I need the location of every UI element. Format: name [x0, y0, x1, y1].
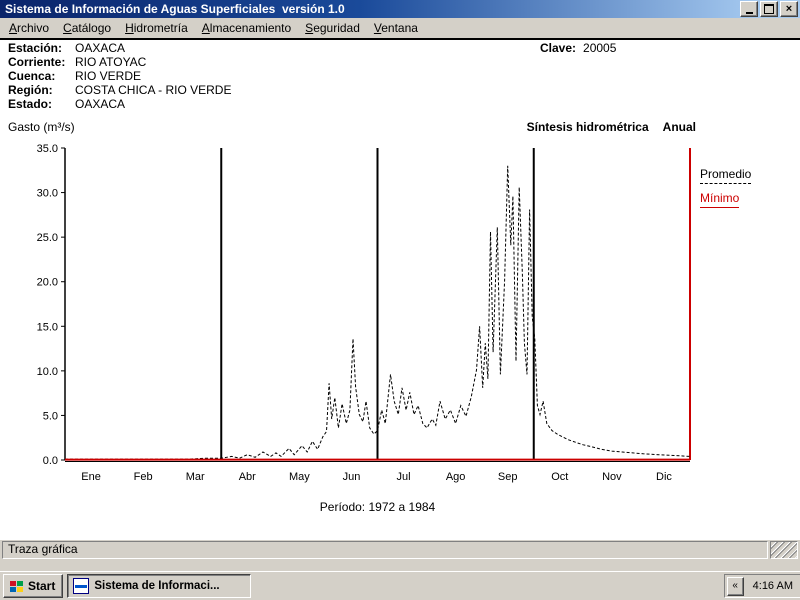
svg-text:10.0: 10.0 — [37, 366, 58, 378]
clave-label: Clave: — [540, 41, 577, 55]
status-panel: Traza gráfica — [2, 541, 768, 559]
field-label: Estación: — [8, 41, 63, 55]
period-label: Período: 1972 a 1984 — [319, 500, 436, 514]
taskbar-task-button[interactable]: Sistema de Informaci... — [67, 574, 252, 598]
menu-catalogo[interactable]: Catálogo — [56, 19, 118, 37]
tray-collapse-button[interactable]: « — [726, 576, 744, 596]
field-value: COSTA CHICA - RIO VERDE — [75, 83, 232, 97]
station-field: Estado: OAXACA — [8, 97, 125, 111]
field-value: RIO ATOYAC — [75, 55, 147, 69]
start-label: Start — [28, 579, 56, 593]
menu-bar: Archivo Catálogo Hidrometría Almacenamie… — [0, 18, 800, 38]
resize-grip[interactable] — [770, 541, 798, 559]
minimize-icon — [745, 11, 753, 14]
svg-text:Abr: Abr — [239, 471, 256, 483]
svg-text:Nov: Nov — [602, 471, 622, 483]
menu-seguridad[interactable]: Seguridad — [298, 19, 367, 37]
station-field: Estación: OAXACA — [8, 41, 125, 55]
svg-text:Sep: Sep — [498, 471, 518, 483]
app-icon — [73, 578, 90, 594]
menu-almacenamiento[interactable]: Almacenamiento — [195, 19, 298, 37]
maximize-button[interactable] — [760, 1, 778, 17]
station-field: Corriente: RIO ATOYAC — [8, 55, 146, 69]
chart-subtitle: Síntesis hidrométrica Anual — [527, 120, 696, 134]
field-value: RIO VERDE — [75, 69, 142, 83]
taskbar: Start Sistema de Informaci... « 4:16 AM — [0, 571, 800, 600]
station-field: Región: COSTA CHICA - RIO VERDE — [8, 83, 231, 97]
clave-value: 20005 — [583, 41, 617, 55]
window-title: Sistema de Información de Aguas Superfic… — [5, 2, 345, 16]
close-icon: × — [785, 3, 793, 15]
svg-text:Ago: Ago — [446, 471, 466, 483]
title-bar[interactable]: Sistema de Información de Aguas Superfic… — [0, 0, 800, 18]
field-label: Estado: — [8, 97, 53, 111]
svg-text:35.0: 35.0 — [37, 143, 58, 155]
svg-text:20.0: 20.0 — [37, 277, 58, 289]
svg-text:25.0: 25.0 — [37, 232, 58, 244]
svg-text:0.0: 0.0 — [43, 455, 58, 467]
field-label: Cuenca: — [8, 69, 56, 83]
svg-text:Jun: Jun — [343, 471, 361, 483]
y-axis-title: Gasto (m³/s) — [8, 120, 75, 134]
start-button[interactable]: Start — [3, 574, 64, 598]
field-label: Corriente: — [8, 55, 66, 69]
chart-legend: Promedio Mínimo — [700, 167, 752, 215]
task-label: Sistema de Informaci... — [94, 580, 220, 592]
svg-text:15.0: 15.0 — [37, 321, 58, 333]
svg-text:Jul: Jul — [397, 471, 411, 483]
svg-text:May: May — [289, 471, 310, 483]
legend-promedio-label: Promedio — [700, 167, 752, 184]
menu-ventana[interactable]: Ventana — [367, 19, 425, 37]
svg-text:30.0: 30.0 — [37, 188, 58, 200]
svg-text:Dic: Dic — [656, 471, 672, 483]
field-value: OAXACA — [75, 41, 126, 55]
hydrograph-chart: 0.0 5.0 10.0 15.0 20.0 25.0 30.0 35.0 Ene Feb Mar A… — [37, 143, 691, 483]
station-field: Cuenca: RIO VERDE — [8, 69, 141, 83]
desktop: Sistema de Información de Aguas Superfic… — [0, 0, 800, 600]
minimize-button[interactable] — [740, 1, 758, 17]
app-window: Sistema de Información de Aguas Superfic… — [0, 0, 800, 572]
windows-logo-icon — [10, 580, 23, 592]
legend-item-minimo: Mínimo — [700, 191, 751, 208]
maximize-icon — [764, 4, 774, 14]
menu-archivo[interactable]: Archivo — [2, 19, 56, 37]
legend-item-promedio: Promedio — [700, 167, 752, 184]
menu-hidrometria[interactable]: Hidrometría — [118, 19, 195, 37]
client-area: Estación: OAXACA Corriente: RIO ATOYAC C… — [0, 38, 800, 540]
close-button[interactable]: × — [780, 1, 798, 17]
svg-text:Oct: Oct — [551, 471, 568, 483]
chart-subtitle-mode: Anual — [662, 120, 696, 134]
system-tray: « 4:16 AM — [723, 574, 800, 598]
chart-subtitle-text: Síntesis hidrométrica — [526, 120, 649, 134]
clave-field: Clave: 20005 — [540, 41, 616, 55]
status-text: Traza gráfica — [8, 542, 78, 556]
legend-minimo-label: Mínimo — [700, 191, 740, 208]
svg-text:Ene: Ene — [81, 471, 101, 483]
field-label: Región: — [8, 83, 53, 97]
svg-text:5.0: 5.0 — [43, 410, 58, 422]
status-bar: Traza gráfica — [0, 540, 800, 560]
field-value: OAXACA — [75, 97, 126, 111]
svg-text:Mar: Mar — [186, 471, 205, 483]
svg-text:Feb: Feb — [134, 471, 153, 483]
taskbar-clock: 4:16 AM — [752, 580, 793, 592]
